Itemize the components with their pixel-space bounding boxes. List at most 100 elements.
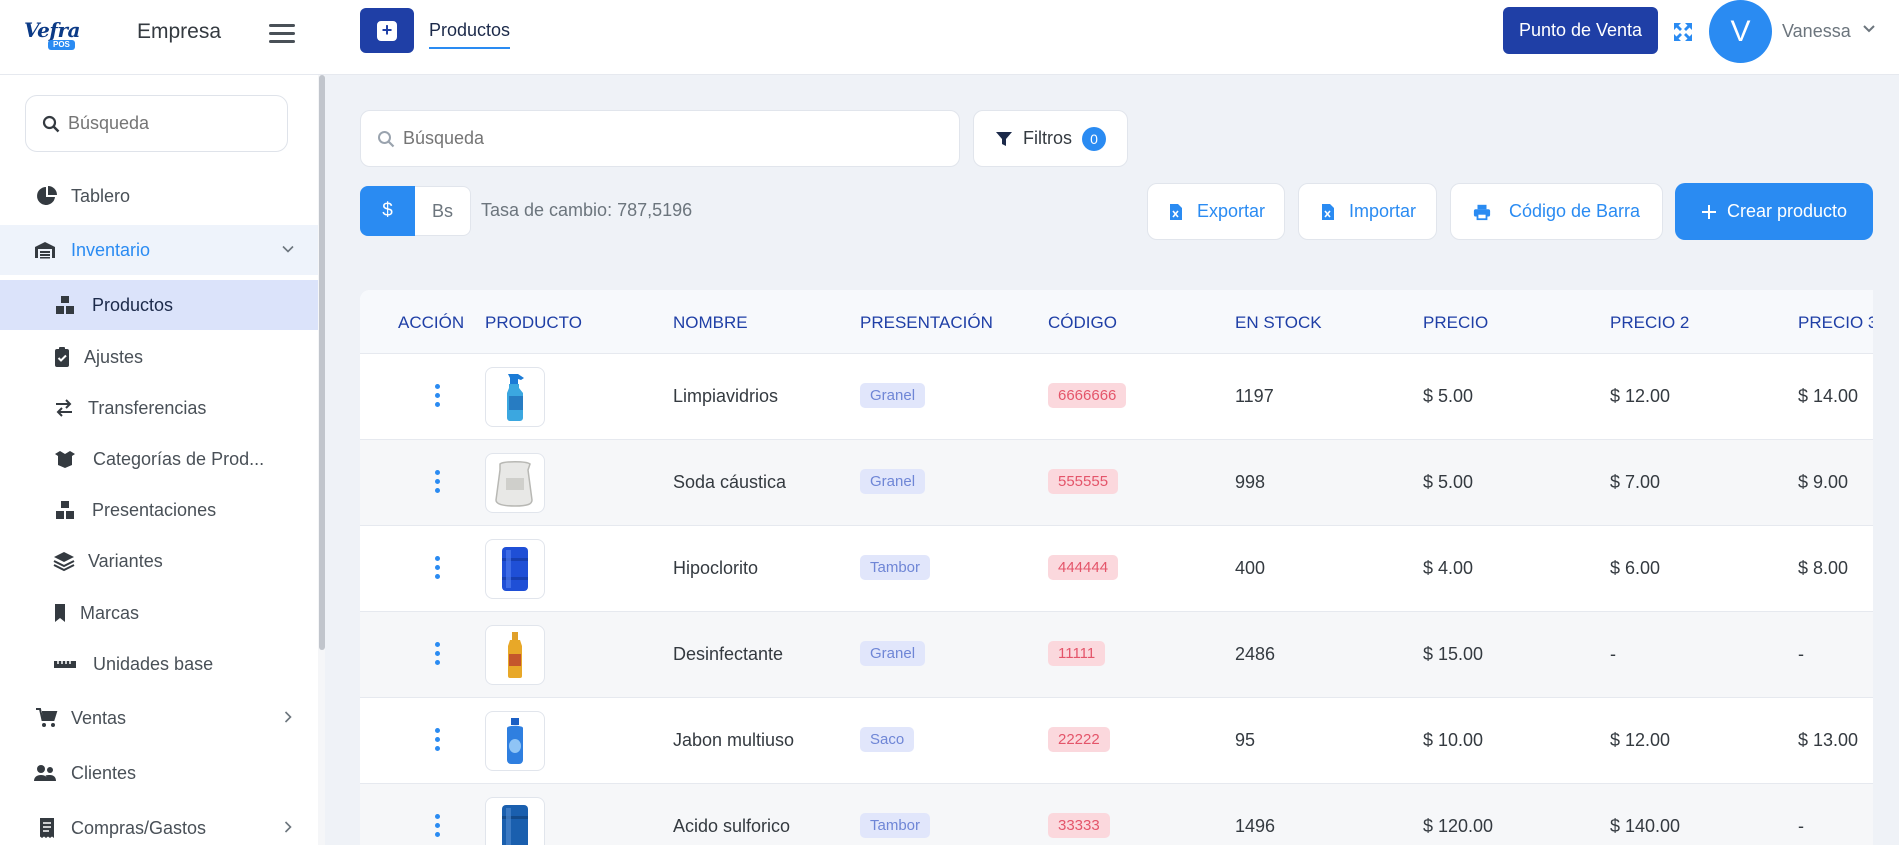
column-header-nombre[interactable]: NOMBRE	[673, 313, 748, 333]
sidebar-item-categorias[interactable]: Categorías de Prod...	[0, 434, 318, 484]
company-name: Empresa	[137, 20, 222, 43]
sidebar-item-label: Marcas	[80, 602, 140, 623]
product-search-input[interactable]	[403, 128, 923, 149]
row-actions-icon[interactable]	[435, 642, 441, 668]
sidebar-item-label: Compras/Gastos	[71, 817, 207, 838]
plus-icon	[1701, 204, 1716, 219]
import-button[interactable]: Importar	[1298, 183, 1437, 240]
sidebar-item-marcas[interactable]: Marcas	[0, 588, 318, 638]
soap-bottle-icon	[507, 718, 523, 764]
product-name: Jabon multiuso	[673, 730, 795, 750]
table-row[interactable]: Limpiavidrios Granel 6666666 1197 $ 5.00…	[360, 354, 1873, 440]
plus-square-icon: +	[377, 20, 397, 41]
product-name: Limpiavidrios	[673, 386, 779, 406]
sidebar-item-transferencias[interactable]: Transferencias	[0, 383, 318, 433]
row-actions-icon[interactable]	[435, 556, 441, 582]
fullscreen-icon[interactable]	[1671, 20, 1695, 44]
product-thumbnail[interactable]	[485, 367, 545, 427]
table-row[interactable]: Hipoclorito Tambor 444444 400 $ 4.00 $ 6…	[360, 526, 1873, 612]
chevron-down-icon[interactable]	[1862, 22, 1876, 36]
table-row[interactable]: Acido sulforico Tambor 33333 1496 $ 120.…	[360, 784, 1873, 845]
table-row[interactable]: Desinfectante Granel 11111 2486 $ 15.00 …	[360, 612, 1873, 698]
sidebar-item-tablero[interactable]: Tablero	[0, 171, 318, 221]
currency-usd-toggle[interactable]: $	[360, 186, 415, 236]
sidebar-item-label: Presentaciones	[92, 499, 217, 520]
create-product-button[interactable]: Crear producto	[1675, 183, 1873, 240]
sidebar-scrollbar[interactable]	[319, 75, 325, 650]
column-header-accion[interactable]: ACCIÓN	[398, 313, 464, 333]
price-value: $ 120.00	[1423, 816, 1494, 836]
filters-label: Filtros	[1023, 128, 1072, 148]
sidebar: Tablero Inventario Productos Ajustes Tra…	[0, 75, 325, 845]
presentation-badge: Saco	[860, 727, 915, 752]
users-icon	[34, 765, 56, 781]
excel-file-icon	[1169, 203, 1182, 220]
point-of-sale-button[interactable]: Punto de Venta	[1503, 7, 1658, 54]
column-header-precio-2[interactable]: PRECIO 2	[1610, 313, 1689, 333]
product-thumbnail[interactable]	[485, 711, 545, 771]
row-actions-icon[interactable]	[435, 728, 441, 754]
price-3-value: -	[1798, 816, 1804, 836]
presentation-badge: Granel	[860, 641, 926, 666]
row-actions-icon[interactable]	[435, 814, 441, 840]
table-row[interactable]: Soda cáustica Granel 555555 998 $ 5.00 $…	[360, 440, 1873, 526]
chevron-right-icon	[284, 711, 292, 723]
stock-value: 1496	[1235, 816, 1276, 836]
tab-productos[interactable]: Productos	[429, 20, 511, 49]
new-tab-button[interactable]: +	[360, 8, 414, 53]
sidebar-item-presentaciones[interactable]: Presentaciones	[0, 485, 318, 535]
export-button[interactable]: Exportar	[1147, 183, 1285, 240]
column-header-precio-3[interactable]: PRECIO 3	[1798, 313, 1873, 333]
sidebar-item-productos[interactable]: Productos	[0, 280, 318, 330]
sidebar-item-label: Transferencias	[88, 397, 207, 418]
user-name[interactable]: Vanessa	[1782, 21, 1851, 42]
avatar[interactable]: V	[1709, 0, 1772, 63]
sidebar-item-variantes[interactable]: Variantes	[0, 536, 318, 586]
presentation-badge: Granel	[860, 469, 926, 494]
sidebar-item-clientes[interactable]: Clientes	[0, 748, 318, 798]
table-row[interactable]: Jabon multiuso Saco 22222 95 $ 10.00 $ 1…	[360, 698, 1873, 784]
column-header-codigo[interactable]: CÓDIGO	[1048, 313, 1117, 333]
column-header-stock[interactable]: EN STOCK	[1235, 313, 1322, 333]
column-header-producto[interactable]: PRODUCTO	[485, 313, 582, 333]
product-thumbnail[interactable]	[485, 453, 545, 513]
exchange-rate: Tasa de cambio: 787,5196	[481, 200, 693, 220]
price-2-value: $ 140.00	[1610, 816, 1681, 836]
product-search[interactable]	[360, 110, 960, 167]
presentation-badge: Tambor	[860, 813, 931, 838]
price-3-value: $ 13.00	[1798, 730, 1859, 750]
column-header-presentacion[interactable]: PRESENTACIÓN	[860, 313, 993, 333]
sidebar-search[interactable]	[25, 95, 288, 152]
product-thumbnail[interactable]	[485, 797, 545, 845]
product-name: Acido sulforico	[673, 816, 791, 836]
barcode-label: Código de Barra	[1508, 201, 1641, 221]
row-actions-icon[interactable]	[435, 384, 441, 410]
currency-bs-toggle[interactable]: Bs	[415, 186, 471, 236]
sidebar-item-unidades[interactable]: Unidades base	[0, 639, 318, 689]
stock-value: 95	[1235, 730, 1256, 750]
column-header-precio[interactable]: PRECIO	[1423, 313, 1488, 333]
spray-bottle-icon	[507, 374, 524, 421]
cart-icon	[36, 708, 58, 727]
create-product-label: Crear producto	[1726, 201, 1848, 221]
sidebar-item-compras[interactable]: Compras/Gastos	[0, 803, 318, 845]
sidebar-item-inventario[interactable]: Inventario	[0, 225, 318, 275]
clipboard-icon	[55, 347, 69, 367]
filters-button[interactable]: Filtros 0	[973, 110, 1128, 167]
product-thumbnail[interactable]	[485, 625, 545, 685]
app-logo[interactable]: Vefra POS	[24, 18, 90, 50]
menu-toggle-icon[interactable]	[269, 24, 295, 46]
row-actions-icon[interactable]	[435, 470, 441, 496]
barcode-button[interactable]: Código de Barra	[1450, 183, 1663, 240]
price-3-value: -	[1798, 644, 1804, 664]
sidebar-item-label: Ventas	[71, 707, 127, 728]
sidebar-item-ajustes[interactable]: Ajustes	[0, 332, 318, 382]
sidebar-search-input[interactable]	[68, 113, 268, 134]
sidebar-item-ventas[interactable]: Ventas	[0, 693, 318, 743]
product-thumbnail[interactable]	[485, 539, 545, 599]
price-3-value: $ 14.00	[1798, 386, 1859, 406]
export-label: Exportar	[1196, 201, 1266, 221]
price-value: $ 15.00	[1423, 644, 1484, 664]
price-3-value: $ 8.00	[1798, 558, 1849, 578]
import-label: Importar	[1348, 201, 1417, 221]
